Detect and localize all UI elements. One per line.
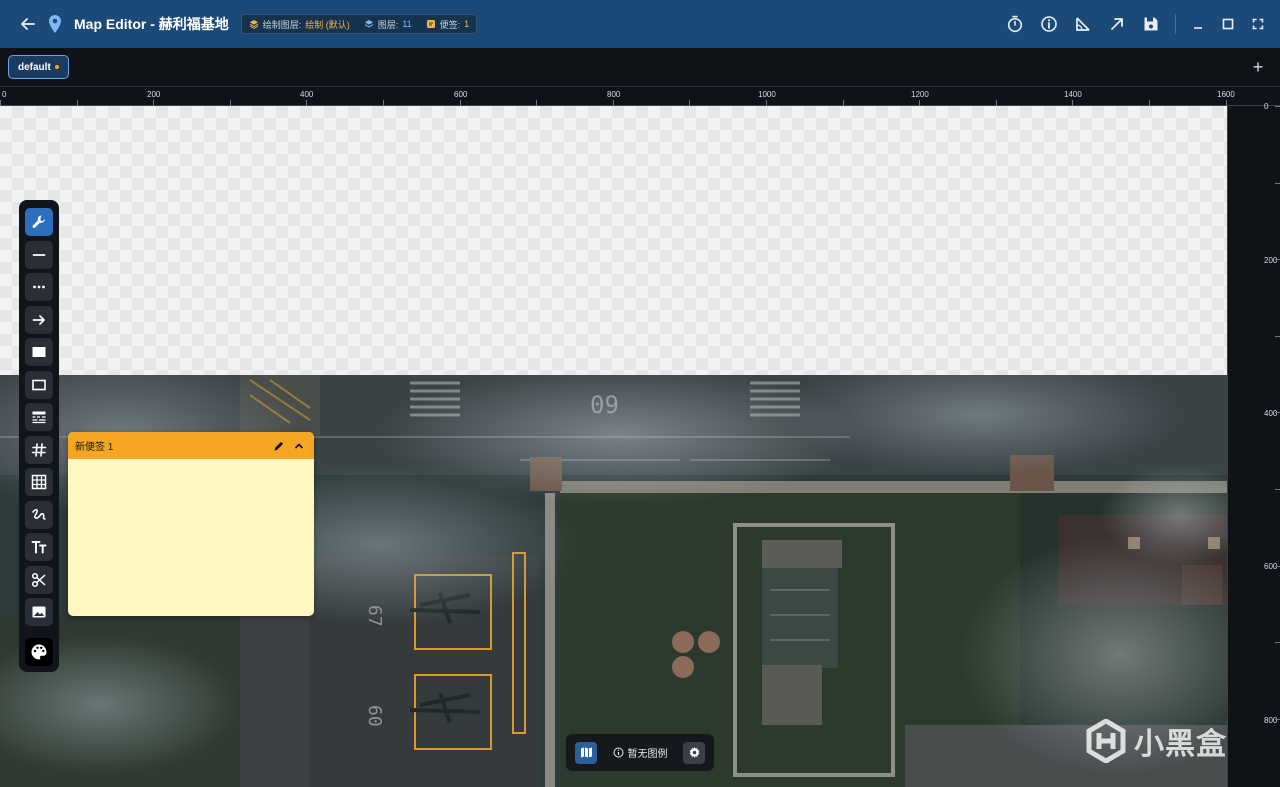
- note-icon: [426, 19, 436, 29]
- ruler-right-label: 0: [1264, 102, 1269, 111]
- back-arrow-icon[interactable]: [18, 14, 38, 34]
- ruler-top-label: 0: [2, 90, 7, 99]
- add-tab-button[interactable]: +: [1250, 57, 1266, 77]
- image-tool-icon[interactable]: [25, 598, 53, 626]
- title-bar: Map Editor - 赫利福基地 绘制图层: 绘制 (默认) 图层: 11 …: [0, 0, 1280, 48]
- watermark-logo-icon: [1086, 719, 1126, 763]
- ruler-tick: [1275, 566, 1280, 567]
- ruler-tick: [1275, 259, 1280, 260]
- ruler-top-label: 400: [300, 90, 314, 99]
- ruler-tick: [1275, 642, 1280, 643]
- ruler-tick: [1275, 412, 1280, 413]
- ruler-top-label: 600: [454, 90, 468, 99]
- sticky-note-header[interactable]: 新便签 1: [68, 432, 314, 459]
- ruler-top-label: 1400: [1064, 90, 1082, 99]
- tab-default[interactable]: default: [8, 55, 69, 79]
- scissors-tool-icon[interactable]: [25, 565, 53, 594]
- svg-text:60: 60: [364, 705, 385, 727]
- ruler-top-label: 1600: [1217, 90, 1235, 99]
- ruler-right-label: 200: [1264, 256, 1278, 265]
- map-editor-window: Map Editor - 赫利福基地 绘制图层: 绘制 (默认) 图层: 11 …: [0, 0, 1280, 787]
- hash-grid-tool-icon[interactable]: [25, 435, 53, 464]
- timer-icon[interactable]: [1005, 14, 1025, 34]
- ruler-tick: [1275, 489, 1280, 490]
- outline-rect-tool-icon[interactable]: [25, 370, 53, 399]
- layers-icon: [364, 19, 374, 29]
- arrow-tool-icon[interactable]: [25, 305, 53, 334]
- layers-stack-icon: [249, 19, 259, 29]
- draw-layer-value: 绘制 (默认): [305, 19, 350, 30]
- text-tool-icon[interactable]: [25, 533, 53, 561]
- table-grid-tool-icon[interactable]: [25, 468, 53, 496]
- ruler-tick: [1275, 183, 1280, 184]
- ruler-top-label: 800: [607, 90, 621, 99]
- watermark-text: 小黑盒: [1134, 728, 1227, 761]
- map-legend-icon[interactable]: [575, 741, 597, 764]
- map-pin-icon: [46, 13, 64, 35]
- ruler-tick: [1275, 106, 1280, 107]
- ruler-right-label: 400: [1264, 409, 1278, 418]
- minimize-icon[interactable]: [1190, 16, 1206, 32]
- legend-bar: 暂无图例: [566, 734, 714, 771]
- draw-layer-label: 绘制图层:: [262, 19, 302, 30]
- line-tool-icon[interactable]: [25, 240, 53, 269]
- gear-icon[interactable]: [683, 741, 705, 764]
- dotted-line-tool-icon[interactable]: [25, 273, 53, 301]
- maximize-icon[interactable]: [1220, 16, 1236, 32]
- fullscreen-icon[interactable]: [1250, 16, 1266, 32]
- notes-label: 便签:: [439, 19, 461, 30]
- unsaved-dot-icon: [54, 65, 59, 69]
- arrow-up-right-icon[interactable]: [1107, 14, 1127, 34]
- ruler-tick: [1275, 336, 1280, 337]
- info-small-icon: [613, 747, 623, 758]
- transparent-background: [0, 106, 1227, 375]
- wrench-tool-icon[interactable]: [25, 208, 53, 236]
- chevron-up-icon[interactable]: [292, 439, 306, 453]
- ruler-top-label: 1200: [911, 90, 929, 99]
- notes-count: 1: [464, 19, 470, 29]
- pencil-icon[interactable]: [272, 439, 286, 453]
- tab-bar: default +: [0, 48, 1280, 87]
- drawing-toolbar: [19, 200, 59, 672]
- measure-angle-icon[interactable]: [1073, 14, 1093, 34]
- tab-label: default: [18, 61, 51, 73]
- watermark: 小黑盒: [1086, 719, 1227, 763]
- ruler-vertical: 0 200 400 600 800: [1227, 102, 1280, 787]
- sticky-note[interactable]: 新便签 1: [68, 432, 314, 616]
- legend-empty-message: 暂无图例: [597, 745, 683, 760]
- save-icon[interactable]: [1141, 14, 1161, 34]
- editor-status-box: 绘制图层: 绘制 (默认) 图层: 11 便签: 1: [240, 14, 478, 34]
- layers-label: 图层:: [377, 19, 399, 30]
- info-icon[interactable]: [1039, 14, 1059, 34]
- sticky-note-title: 新便签 1: [75, 442, 114, 453]
- ruler-top-label: 200: [147, 90, 161, 99]
- legend-empty-text: 暂无图例: [627, 749, 668, 760]
- ruler-horizontal: 0 200 400 600 800 1000 1200 1400 1600: [0, 87, 1280, 106]
- ruler-right-label: 800: [1264, 716, 1278, 725]
- title-bar-left: Map Editor - 赫利福基地 绘制图层: 绘制 (默认) 图层: 11 …: [0, 13, 478, 35]
- freehand-tool-icon[interactable]: [25, 500, 53, 529]
- pattern-fill-tool-icon[interactable]: [25, 403, 53, 431]
- window-title: Map Editor - 赫利福基地: [74, 16, 229, 32]
- title-bar-divider: [1175, 14, 1176, 34]
- layers-count: 11: [402, 19, 412, 29]
- ruler-top-label: 1000: [758, 90, 776, 99]
- palette-tool-icon[interactable]: [25, 637, 53, 666]
- title-bar-actions: [991, 0, 1266, 48]
- ruler-tick: [1275, 719, 1280, 720]
- filled-rect-tool-icon[interactable]: [25, 338, 53, 366]
